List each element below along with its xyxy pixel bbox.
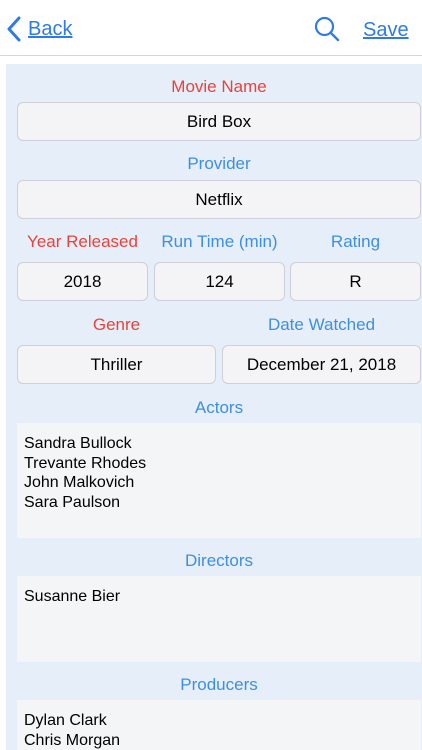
back-label: Back — [28, 18, 73, 40]
back-button[interactable]: Back — [6, 14, 72, 44]
movie-name-label: Movie Name — [171, 77, 267, 96]
provider-label: Provider — [187, 154, 251, 173]
navigation-bar: Back Save — [0, 0, 422, 56]
chevron-left-icon — [7, 16, 21, 42]
year-released-label: Year Released — [27, 232, 138, 251]
date-watched-field[interactable]: December 21, 2018 — [222, 345, 421, 384]
search-button[interactable] — [314, 16, 340, 42]
list-item: Susanne Bier — [24, 588, 121, 605]
list-item: John Malkovich — [24, 474, 135, 491]
list-item: Sandra Bullock — [24, 435, 132, 452]
list-item: Dylan Clark — [24, 712, 107, 729]
list-item: Sara Paulson — [24, 493, 121, 511]
directors-label: Directors — [184, 551, 253, 570]
date-watched-label: Date Watched — [267, 315, 376, 334]
producers-text-area[interactable]: Dylan Clark Chris Morgan — [17, 700, 421, 750]
actors-label: Actors — [194, 398, 244, 417]
movie-name-field[interactable]: Bird Box — [17, 102, 421, 141]
directors-text-area[interactable]: Susanne Bier — [17, 576, 421, 662]
list-item: Chris Morgan — [24, 731, 121, 749]
search-icon — [314, 16, 340, 42]
producers-label: Producers — [180, 675, 258, 694]
list-item: Trevante Rhodes — [24, 454, 147, 472]
genre-label: Genre — [92, 315, 141, 334]
rating-field[interactable]: R — [290, 262, 421, 301]
save-button[interactable]: Save — [363, 16, 409, 44]
genre-field[interactable]: Thriller — [17, 345, 216, 384]
run-time-field[interactable]: 124 — [154, 262, 285, 301]
rating-label: Rating — [330, 232, 381, 251]
actors-text-area[interactable]: Sandra Bullock Trevante Rhodes John Malk… — [17, 423, 421, 538]
year-released-field[interactable]: 2018 — [17, 262, 148, 301]
run-time-label: Run Time (min) — [161, 232, 278, 251]
provider-field[interactable]: Netflix — [17, 180, 421, 219]
